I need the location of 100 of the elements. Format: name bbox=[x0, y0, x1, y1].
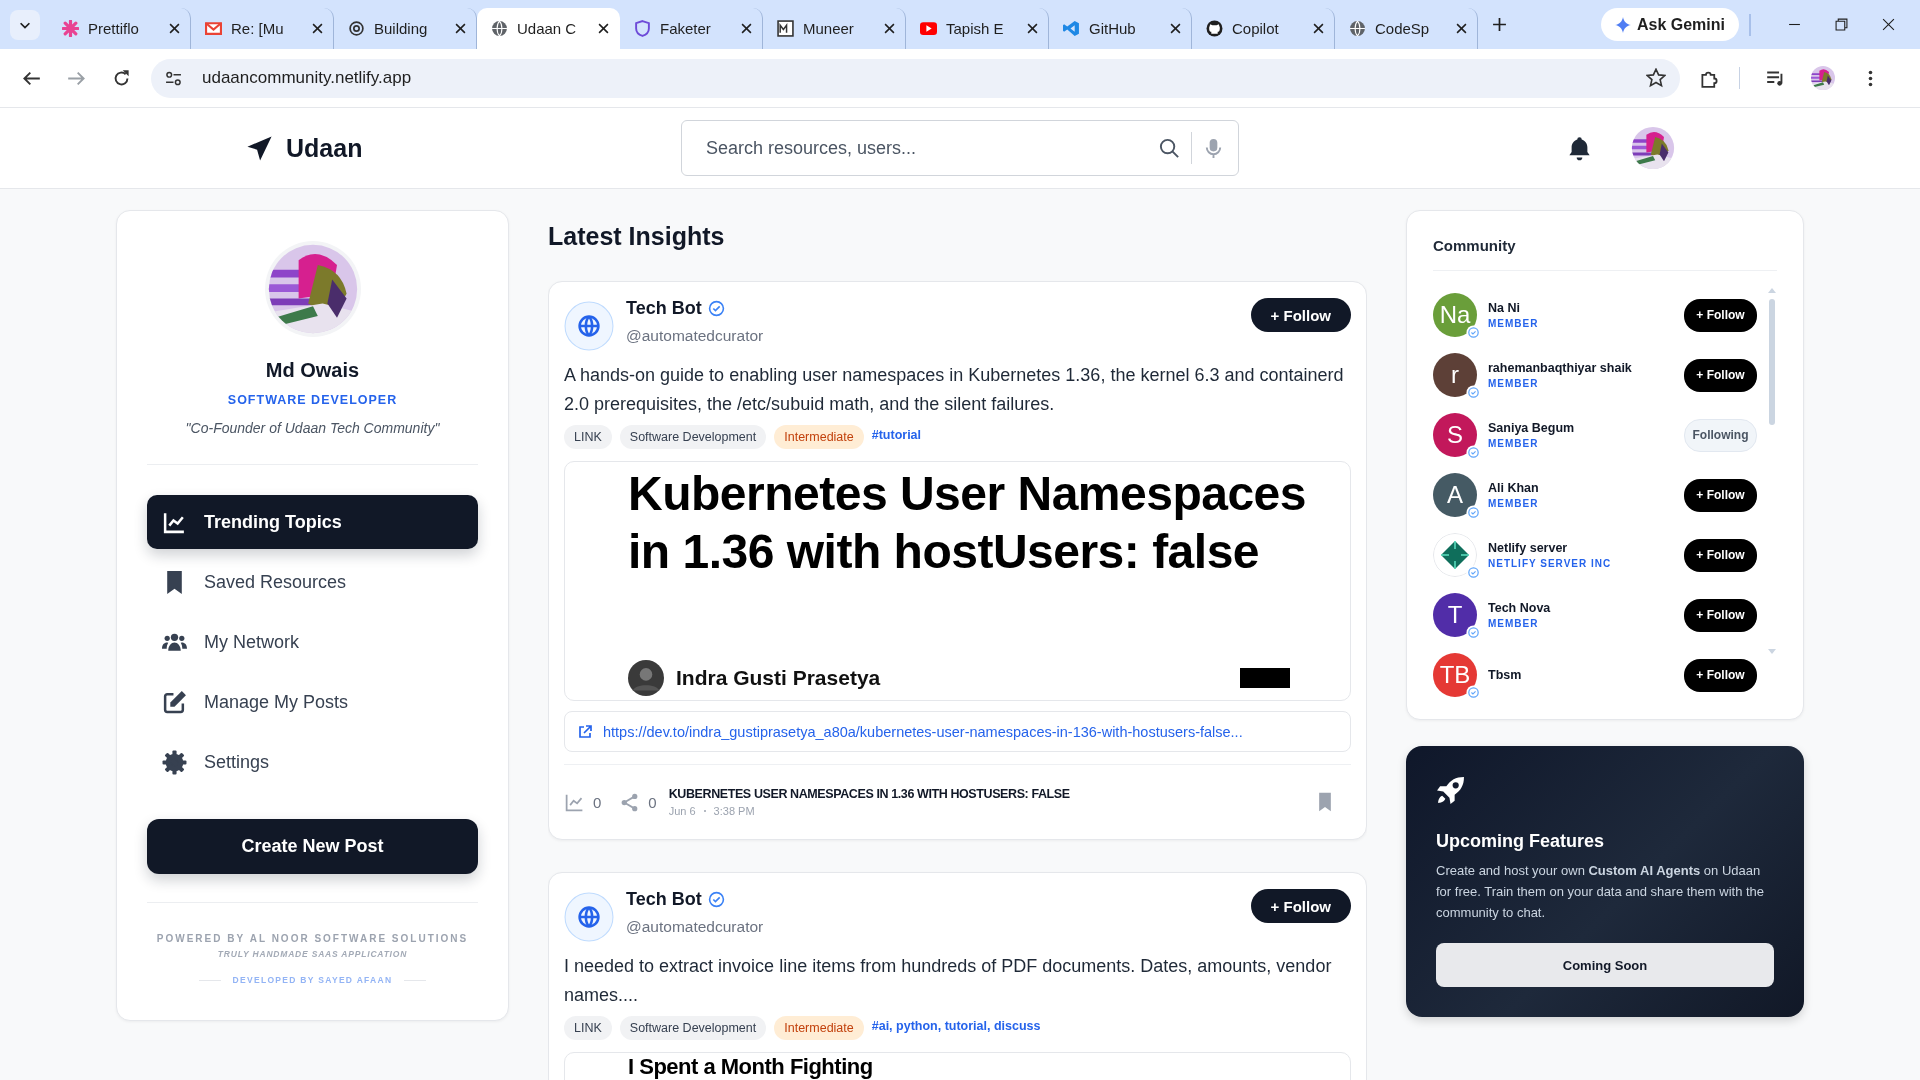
search-field[interactable]: Search resources, users... bbox=[681, 120, 1239, 176]
site-settings-icon[interactable] bbox=[165, 69, 182, 87]
follow-button[interactable]: + Follow bbox=[1250, 889, 1351, 923]
close-icon[interactable] bbox=[1313, 23, 1324, 34]
globe-icon bbox=[491, 20, 508, 37]
tag[interactable]: Software Development bbox=[619, 425, 767, 449]
member-avatar[interactable]: r bbox=[1433, 353, 1477, 397]
profile-bio: "Co-Founder of Udaan Tech Community" bbox=[185, 420, 440, 436]
gemini-button[interactable]: Ask Gemini bbox=[1600, 8, 1739, 41]
close-icon[interactable] bbox=[741, 23, 752, 34]
link-url[interactable]: https://dev.to/indra_gustiprasetya_a80a/kubernetes-user-namespaces-in-136-with-hostusers-false... bbox=[603, 723, 1243, 740]
nav-item[interactable]: Saved Resources bbox=[147, 555, 478, 609]
nav-item[interactable]: My Network bbox=[147, 615, 478, 669]
member-name[interactable]: Tbsm bbox=[1488, 668, 1684, 682]
upcoming-description: Create and host your own Custom AI Agents on Udaan for free. Train them on your data and share them with the community to chat. bbox=[1436, 862, 1766, 922]
author-handle: @automatedcurator bbox=[626, 327, 765, 345]
follow-button[interactable]: + Follow bbox=[1684, 538, 1757, 572]
member-name[interactable]: Tech Nova bbox=[1488, 601, 1684, 615]
verified-icon bbox=[1466, 325, 1481, 340]
close-icon[interactable] bbox=[455, 23, 466, 34]
member-name[interactable]: Saniya Begum bbox=[1488, 421, 1684, 435]
restore-icon[interactable] bbox=[1835, 18, 1848, 31]
follow-button[interactable]: + Follow bbox=[1684, 658, 1757, 692]
paper-plane-icon bbox=[245, 133, 274, 163]
follow-button[interactable]: + Follow bbox=[1684, 598, 1757, 632]
verified-icon bbox=[707, 891, 725, 908]
follow-button[interactable]: + Follow bbox=[1250, 298, 1351, 332]
close-window-icon[interactable] bbox=[1882, 18, 1895, 31]
share-count: 0 bbox=[648, 793, 657, 811]
author-handle: @automatedcurator bbox=[626, 918, 765, 936]
logo-text[interactable]: Udaan bbox=[286, 133, 363, 163]
nav-item[interactable]: Trending Topics bbox=[147, 495, 478, 549]
rocket-icon bbox=[1436, 776, 1465, 805]
preview-title: Kubernetes User Namespaces in 1.36 with hostUsers: false bbox=[628, 466, 1307, 580]
profile-name: Md Owais bbox=[265, 359, 360, 382]
close-icon[interactable] bbox=[1456, 23, 1467, 34]
member-avatar[interactable]: T bbox=[1433, 593, 1477, 637]
code-icon bbox=[1063, 20, 1080, 37]
follow-button[interactable]: + Follow bbox=[1684, 358, 1757, 392]
external-link-icon bbox=[577, 723, 593, 740]
edit-icon bbox=[162, 689, 187, 715]
link-field[interactable]: https://dev.to/indra_gustiprasetya_a80a/kubernetes-user-namespaces-in-136-with-hostusers-false... bbox=[564, 711, 1351, 752]
member-avatar[interactable]: S bbox=[1433, 413, 1477, 457]
link-preview[interactable]: Kubernetes User Namespaces in 1.36 with hostUsers: false Indra Gusti Prasetya bbox=[564, 461, 1351, 701]
flower-icon bbox=[62, 20, 79, 37]
follow-button[interactable]: + Follow bbox=[1684, 478, 1757, 512]
reload-icon[interactable] bbox=[112, 68, 131, 88]
post-date: Jun 6 bbox=[668, 805, 696, 817]
gear-icon bbox=[162, 749, 187, 775]
post-text: I needed to extract invoice line items from hundreds of PDF documents. Dates, amounts, vendor names.... bbox=[564, 955, 1333, 1007]
browser-tab[interactable]: Udaan C bbox=[477, 8, 620, 49]
diamond-logo-icon[interactable] bbox=[1433, 533, 1477, 577]
verified-icon bbox=[1466, 445, 1481, 460]
square-icon bbox=[777, 20, 794, 37]
verified-icon bbox=[1466, 625, 1481, 640]
powered-by-text: POWERED BY AL NOOR SOFTWARE SOLUTIONS bbox=[156, 933, 469, 944]
member-role: MEMBER bbox=[1488, 438, 1540, 449]
close-icon[interactable] bbox=[598, 23, 609, 34]
follow-button[interactable]: Following bbox=[1684, 418, 1757, 452]
coming-soon-button[interactable]: Coming Soon bbox=[1436, 943, 1774, 987]
sparkle-icon bbox=[1614, 16, 1631, 33]
tag[interactable]: Intermediate bbox=[774, 1016, 864, 1040]
member-name[interactable]: Netlify server bbox=[1488, 541, 1684, 555]
view-count: 0 bbox=[593, 793, 602, 811]
close-icon[interactable] bbox=[884, 23, 895, 34]
close-icon[interactable] bbox=[312, 23, 323, 34]
nav-item[interactable]: Manage My Posts bbox=[147, 675, 478, 729]
preview-author: Indra Gusti Prasetya bbox=[676, 666, 882, 690]
star-icon[interactable] bbox=[1646, 68, 1666, 88]
close-icon[interactable] bbox=[1027, 23, 1038, 34]
link-preview[interactable]: I Spent a Month Fighting bbox=[564, 1052, 1351, 1080]
author-name[interactable]: Tech Bot bbox=[626, 889, 702, 910]
new-tab-icon[interactable] bbox=[1492, 17, 1507, 32]
create-post-button[interactable]: Create New Post bbox=[147, 819, 478, 874]
mail-icon bbox=[205, 20, 222, 37]
close-icon[interactable] bbox=[169, 23, 180, 34]
author-name[interactable]: Tech Bot bbox=[626, 298, 702, 319]
nav-item[interactable]: Settings bbox=[147, 735, 478, 789]
hashtags[interactable]: #tutorial bbox=[871, 427, 922, 442]
globe-icon bbox=[564, 301, 614, 351]
member-name[interactable]: rahemanbaqthiyar shaik bbox=[1488, 361, 1684, 375]
tag[interactable]: Intermediate bbox=[774, 425, 864, 449]
tag[interactable]: Software Development bbox=[619, 1016, 767, 1040]
feed-title: Latest Insights bbox=[548, 222, 726, 251]
verified-icon bbox=[1466, 505, 1481, 520]
preview-title: I Spent a Month Fighting bbox=[628, 1055, 874, 1079]
verified-icon bbox=[1466, 385, 1481, 400]
address-bar[interactable]: udaancommunity.netlify.app bbox=[151, 58, 1680, 98]
follow-button[interactable]: + Follow bbox=[1684, 298, 1757, 332]
hashtags[interactable]: #ai, python, tutorial, discuss bbox=[871, 1018, 1041, 1033]
member-name[interactable]: Na Ni bbox=[1488, 301, 1684, 315]
tag[interactable]: LINK bbox=[564, 1016, 612, 1040]
close-icon[interactable] bbox=[1170, 23, 1181, 34]
post-time: 3:38 PM bbox=[713, 805, 755, 817]
tag[interactable]: LINK bbox=[564, 425, 612, 449]
member-avatar[interactable]: A bbox=[1433, 473, 1477, 517]
member-name[interactable]: Ali Khan bbox=[1488, 481, 1684, 495]
globe-icon bbox=[1349, 20, 1366, 37]
member-avatar[interactable]: TB bbox=[1433, 653, 1477, 697]
search-icon[interactable] bbox=[1158, 136, 1181, 160]
